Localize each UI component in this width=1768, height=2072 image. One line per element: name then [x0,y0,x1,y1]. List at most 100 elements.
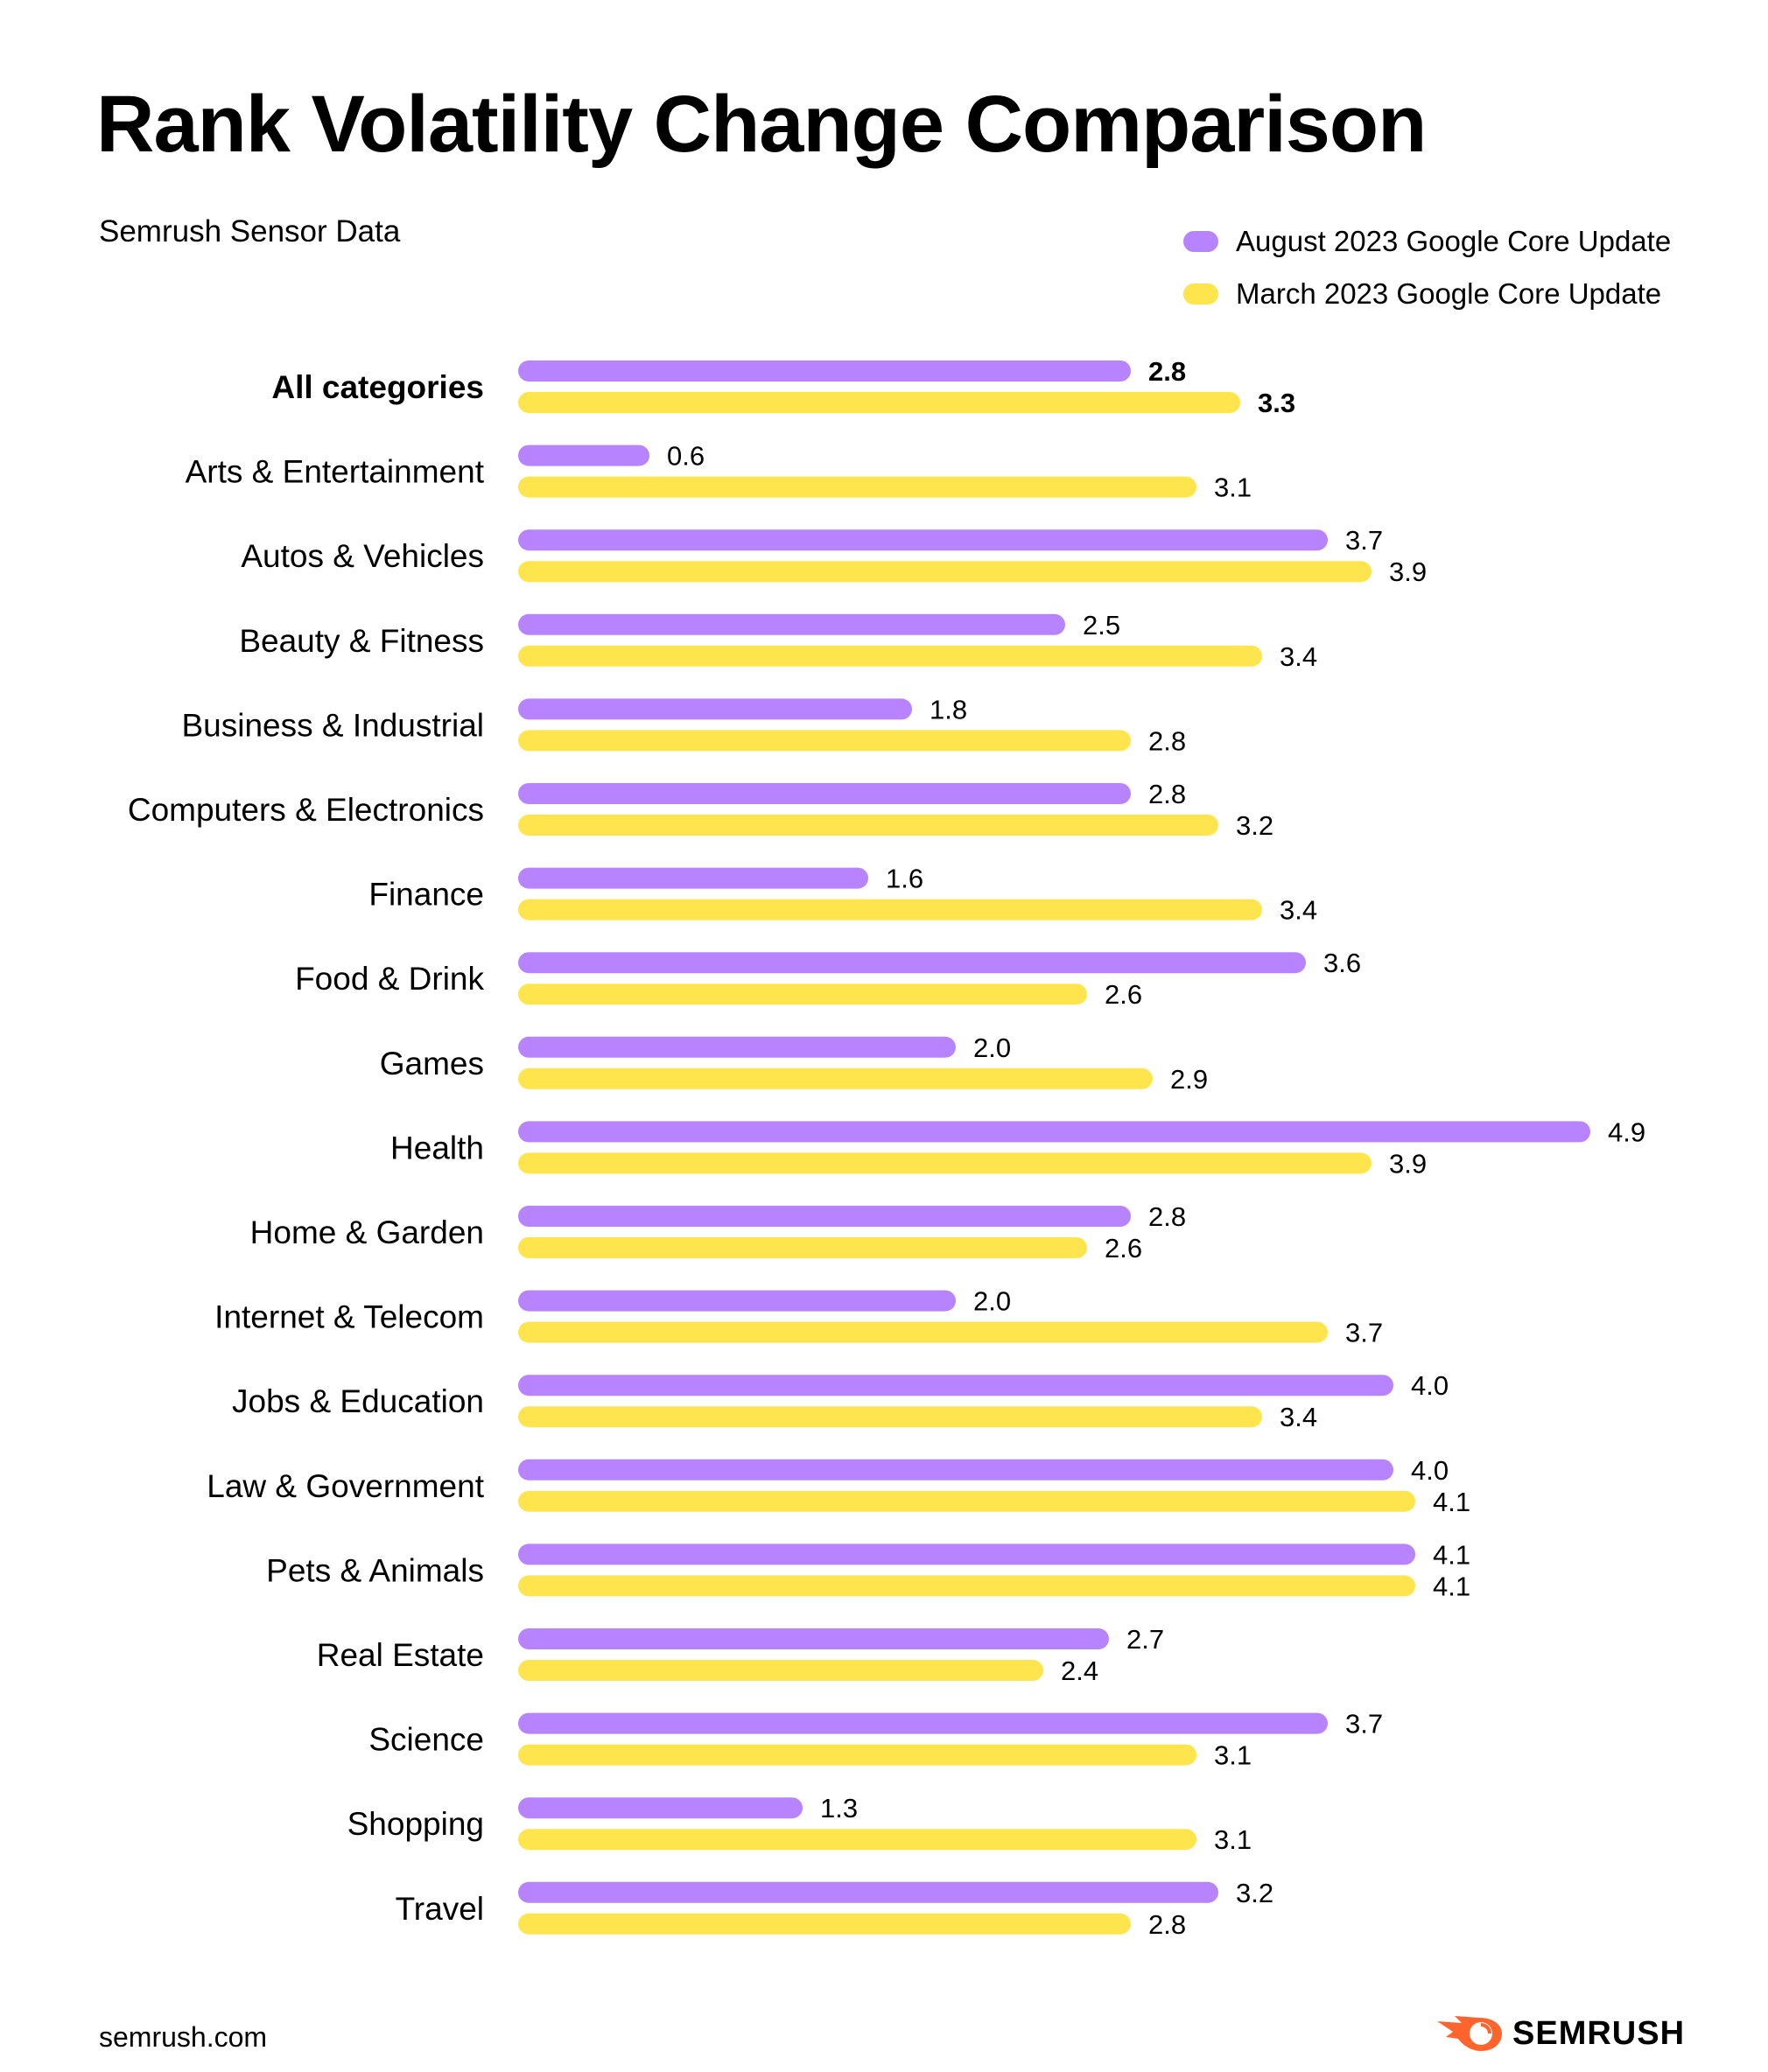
bar-group-food-and-drink: Food & Drink 3.6 2.6 [295,948,1361,1010]
value-label-march: 2.6 [1105,1233,1142,1264]
bar-group-internet-and-telecom: Internet & Telecom 2.0 3.7 [214,1286,1383,1348]
category-label: Home & Garden [250,1214,484,1250]
bar-group-finance: Finance 1.6 3.4 [368,864,1317,926]
category-label: Games [380,1046,484,1082]
value-label-march: 2.8 [1148,725,1186,756]
bar-group-real-estate: Real Estate 2.7 2.4 [317,1624,1164,1686]
value-label-march: 3.7 [1345,1318,1383,1348]
value-label-march: 3.2 [1236,810,1273,841]
bar-group-beauty-and-fitness: Beauty & Fitness 2.5 3.4 [239,610,1317,672]
value-label-march: 3.1 [1214,1740,1252,1771]
value-label-march: 2.6 [1105,979,1142,1010]
bar-march [518,645,1262,667]
bar-march [518,1829,1196,1851]
bar-august [518,613,1065,635]
bar-august [518,1290,956,1312]
value-label-march: 3.1 [1214,472,1252,503]
category-label: Computers & Electronics [128,792,484,828]
bar-march [518,899,1262,920]
value-label-august: 4.1 [1433,1539,1470,1570]
category-label: Health [390,1130,484,1166]
bar-march [518,984,1087,1005]
bar-august [518,1797,803,1819]
bar-march [518,1406,1262,1428]
value-label-august: 2.5 [1083,610,1120,640]
value-label-march: 3.4 [1280,895,1317,926]
bar-august [518,360,1131,382]
bar-march [518,1575,1415,1597]
category-label: Arts & Entertainment [186,454,485,490]
value-label-march: 4.1 [1433,1487,1470,1517]
bar-march [518,1744,1196,1766]
bar-group-arts-and-entertainment: Arts & Entertainment 0.6 3.1 [186,441,1252,503]
bar-group-autos-and-vehicles: Autos & Vehicles 3.73.9 [241,525,1427,587]
value-label-august: 3.7 [1345,1709,1383,1740]
value-label-march: 3.4 [1280,641,1317,672]
bar-march [518,1068,1153,1089]
bar-march [518,1660,1043,1681]
value-label-march: 3.4 [1280,1402,1317,1432]
bar-group-jobs-and-education: Jobs & Education 4.0 3.4 [232,1370,1449,1432]
bar-march [518,1152,1372,1174]
bar-march [518,561,1372,583]
value-label-march: 2.8 [1148,1909,1186,1940]
bar-august [518,1881,1218,1903]
value-label-august: 1.3 [820,1793,858,1824]
value-label-march: 3.3 [1258,388,1295,418]
bar-august [518,783,1131,804]
value-label-august: 2.0 [973,1032,1011,1063]
value-label-march: 3.1 [1214,1824,1252,1855]
value-label-march: 3.9 [1389,1148,1427,1179]
bar-group-law-and-government: Law & Government 4.04.1 [207,1455,1470,1517]
category-label: Real Estate [317,1637,484,1673]
category-label: Food & Drink [295,961,484,997]
bar-group-shopping: Shopping 1.3 3.1 [347,1793,1252,1855]
bar-march [518,1913,1131,1935]
value-label-august: 2.8 [1148,779,1186,809]
category-label: Internet & Telecom [214,1299,484,1335]
category-label: Law & Government [207,1468,484,1504]
bar-august [518,1206,1131,1227]
bar-chart: All categories 2.83.3Arts & Entertainment… [128,356,1645,1940]
bar-march [518,1321,1328,1343]
bar-august [518,1712,1328,1734]
bar-august [518,1459,1393,1480]
value-label-march: 2.9 [1170,1064,1208,1095]
value-label-august: 3.7 [1345,525,1383,556]
value-label-august: 1.6 [886,864,923,894]
bar-march [518,1490,1415,1512]
bar-group-pets-and-animals: Pets & Animals 4.14.1 [266,1539,1470,1601]
category-label: Autos & Vehicles [241,538,484,574]
bar-march [518,1237,1087,1258]
value-label-august: 4.0 [1411,1370,1449,1401]
semrush-fireball-icon [1437,2016,1502,2051]
value-label-august: 1.8 [930,694,967,724]
bar-august [518,1121,1590,1143]
value-label-august: 0.6 [667,441,705,472]
bar-august [518,444,649,466]
bar-group-travel: Travel 3.2 2.8 [396,1878,1274,1940]
category-label: Jobs & Education [232,1383,484,1419]
category-label: All categories [271,369,484,405]
bar-group-games: Games 2.0 2.9 [380,1032,1208,1095]
bar-group-home-and-garden: Home & Garden 2.82.6 [250,1201,1186,1264]
value-label-august: 2.7 [1126,1624,1164,1655]
category-label: Science [368,1722,484,1758]
bar-march [518,392,1240,413]
value-label-august: 3.2 [1236,1878,1273,1908]
value-label-august: 2.8 [1148,356,1186,387]
bar-august [518,1036,956,1058]
value-label-august: 3.6 [1323,948,1361,978]
bar-august [518,529,1328,551]
bar-august [518,698,912,720]
footer-url: semrush.com [99,2021,268,2053]
value-label-august: 2.8 [1148,1201,1186,1232]
logo-text: SEMRUSH [1512,2014,1686,2052]
bar-august [518,1544,1415,1565]
bar-march [518,476,1196,498]
bar-march [518,815,1218,836]
bar-august [518,1375,1393,1396]
value-label-august: 4.9 [1608,1116,1645,1147]
bar-august [518,867,868,889]
bar-august [518,1628,1109,1649]
